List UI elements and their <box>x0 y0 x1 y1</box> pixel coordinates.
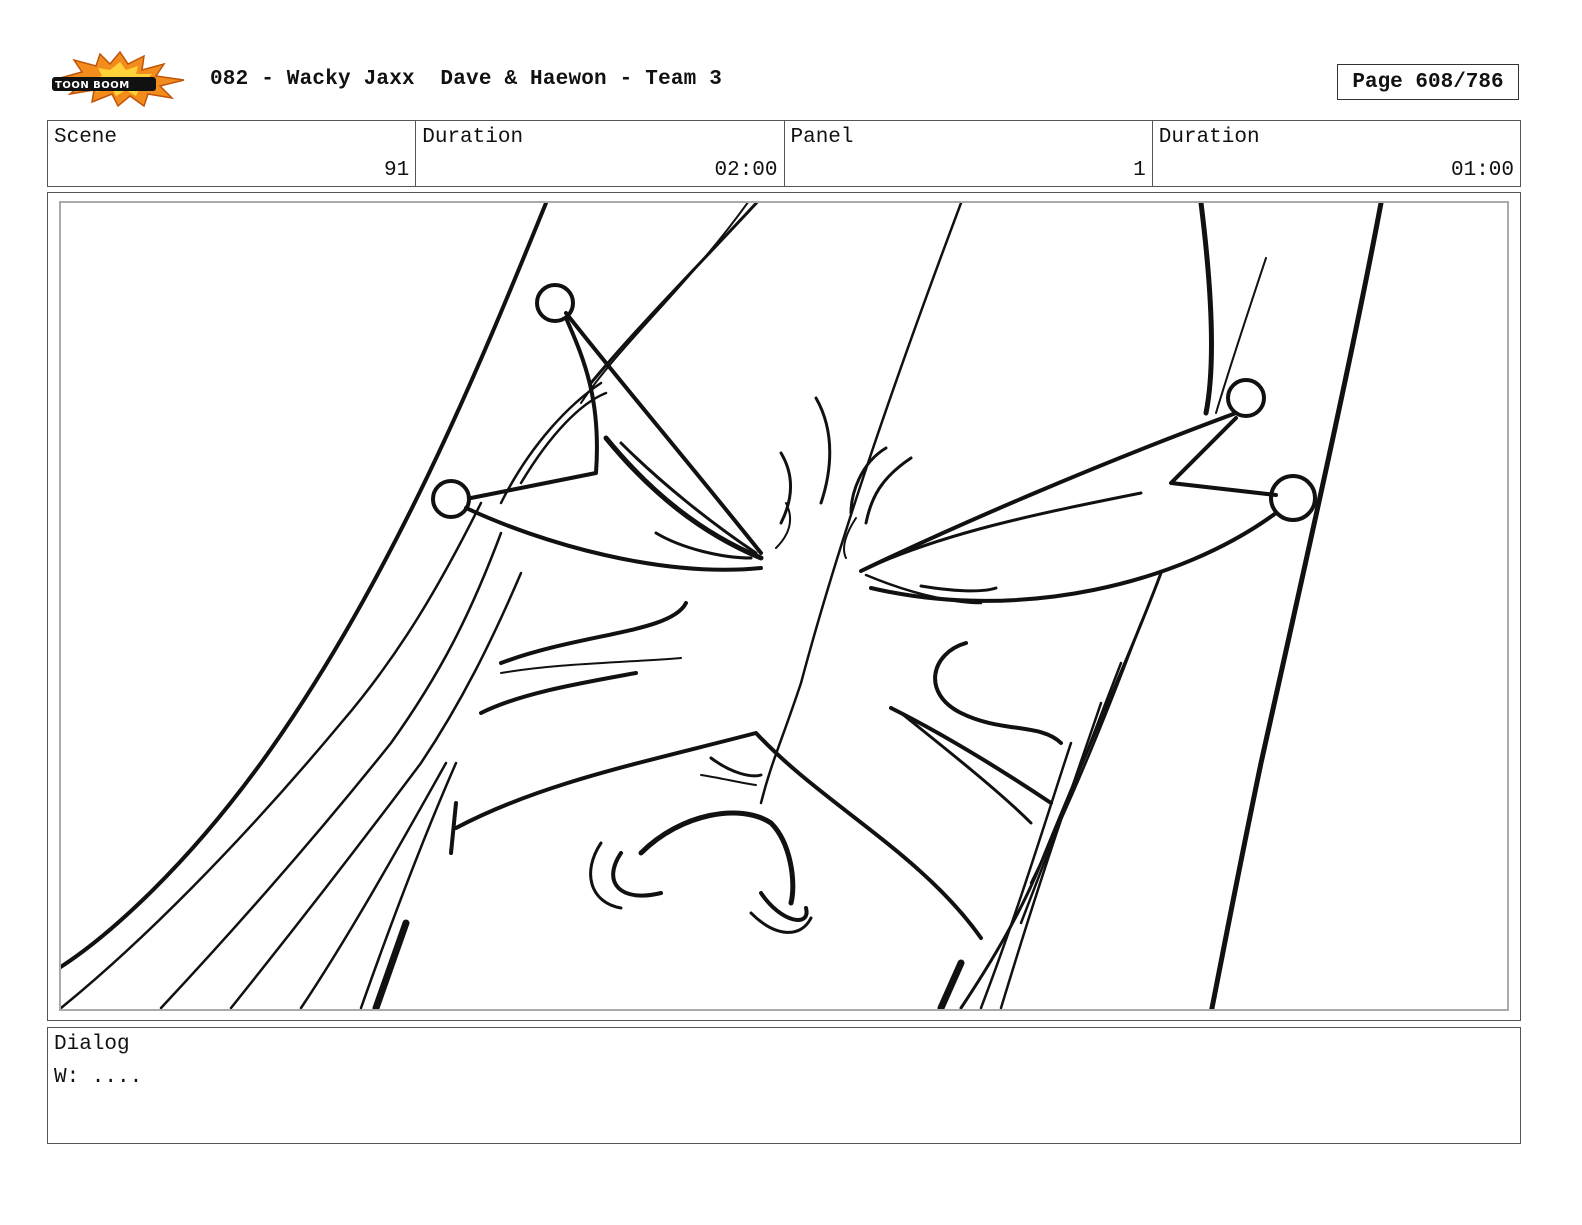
panel-image <box>59 201 1509 1011</box>
scene-label: Scene <box>54 126 118 149</box>
storyboard-sketch-icon <box>61 203 1384 1009</box>
panel-label: Panel <box>790 126 854 149</box>
scene-cell: Scene 91 <box>48 121 417 186</box>
panel-cell: Panel 1 <box>785 121 1153 186</box>
dialog-box: Dialog W: .... <box>47 1027 1521 1144</box>
scene-duration-label: Duration <box>422 126 524 149</box>
document-title: 082 - Wacky Jaxx Dave & Haewon - Team 3 <box>210 68 723 91</box>
panel-duration-label: Duration <box>1158 126 1260 149</box>
svg-text:TOON BOOM: TOON BOOM <box>55 80 130 91</box>
panel-value: 1 <box>1133 159 1146 182</box>
scene-value: 91 <box>384 159 410 182</box>
scene-duration-value: 02:00 <box>714 159 778 182</box>
scene-duration-cell: Duration 02:00 <box>416 121 785 186</box>
panel-duration-value: 01:00 <box>1450 159 1514 182</box>
storyboard-panel <box>47 192 1521 1021</box>
page-indicator: Page 608/786 <box>1337 64 1519 100</box>
dialog-text: W: .... <box>54 1066 143 1089</box>
panel-duration-cell: Duration 01:00 <box>1153 121 1520 186</box>
dialog-label: Dialog <box>54 1033 130 1056</box>
info-row: Scene 91 Duration 02:00 Panel 1 Duration… <box>47 120 1521 187</box>
toon-boom-logo: TOON BOOM <box>52 50 188 108</box>
